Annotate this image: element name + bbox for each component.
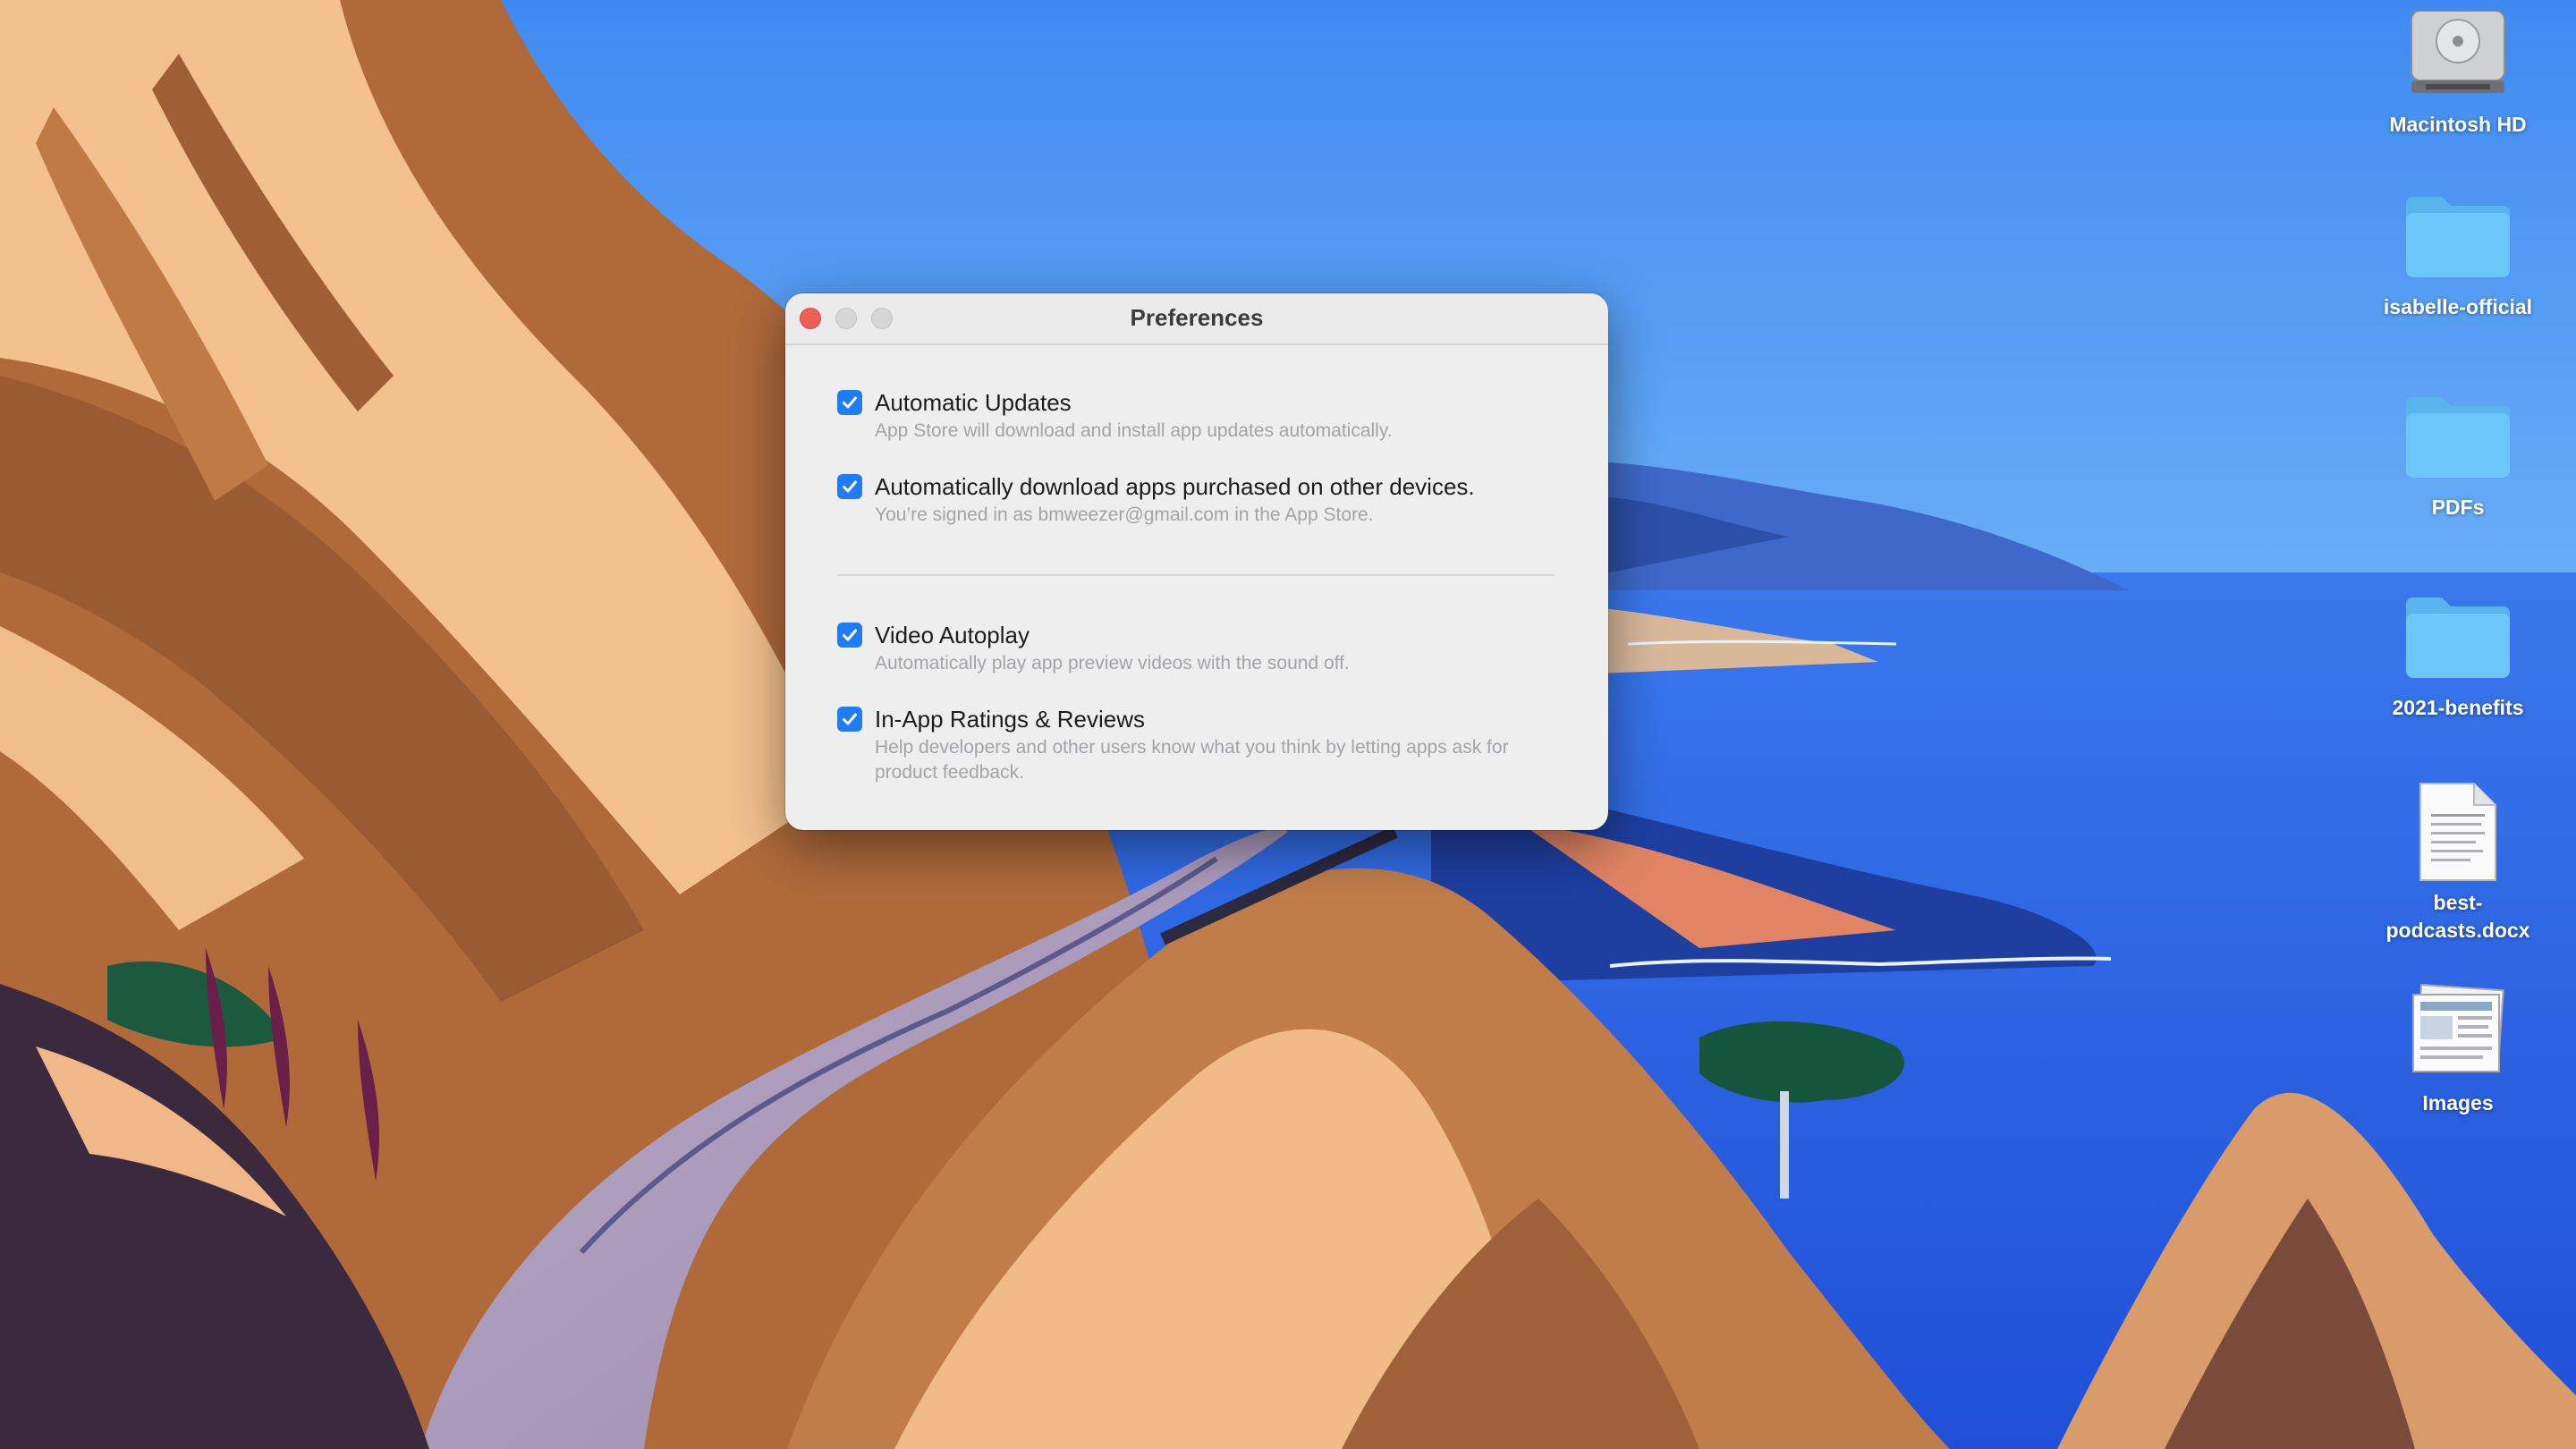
- desktop-icon-best-podcasts[interactable]: best- podcasts.docx: [2351, 782, 2565, 945]
- desktop-icon-images[interactable]: Images: [2351, 982, 2565, 1117]
- video-autoplay-checkbox[interactable]: [837, 623, 862, 648]
- desktop: Macintosh HD isabelle-official PDFs 2021…: [0, 0, 2576, 1449]
- checkmark-icon: [843, 629, 857, 641]
- desktop-icon-isabelle-official[interactable]: isabelle-official: [2351, 186, 2565, 321]
- checkmark-icon: [843, 480, 857, 493]
- hard-drive-icon: [2401, 4, 2515, 104]
- checkmark-icon: [843, 713, 857, 725]
- option-description: Automatically play app preview videos wi…: [875, 653, 1350, 674]
- checkmark-icon: [843, 396, 857, 409]
- option-label: In-App Ratings & Reviews: [875, 706, 1146, 733]
- title-bar[interactable]: Preferences: [785, 293, 1608, 345]
- folder-icon: [2401, 386, 2515, 487]
- desktop-icon-label: best- podcasts.docx: [2385, 891, 2530, 942]
- option-description: App Store will download and install app …: [875, 420, 1393, 441]
- desktop-icon-2021-benefits[interactable]: 2021-benefits: [2351, 587, 2565, 722]
- option-label: Video Autoplay: [875, 622, 1030, 648]
- window-title: Preferences: [1130, 304, 1264, 331]
- option-label: Automatically download apps purchased on…: [875, 473, 1475, 500]
- folder-icon: [2401, 186, 2515, 286]
- desktop-icon-label: Macintosh HD: [2389, 113, 2527, 136]
- option-description: Help developers and other users know wha…: [875, 737, 1509, 783]
- option-label: Automatic Updates: [875, 389, 1072, 416]
- section-divider: [837, 574, 1555, 576]
- document-icon: [2401, 782, 2515, 882]
- desktop-icon-label: Images: [2422, 1091, 2494, 1114]
- in-app-ratings-checkbox[interactable]: [837, 707, 862, 732]
- option-description: You’re signed in as bmweezer@gmail.com i…: [875, 504, 1374, 525]
- auto-download-purchased-checkbox[interactable]: [837, 474, 862, 499]
- desktop-icon-pdfs[interactable]: PDFs: [2351, 386, 2565, 521]
- folder-icon: [2401, 587, 2515, 687]
- desktop-icon-label: isabelle-official: [2383, 295, 2533, 318]
- desktop-icon-label: PDFs: [2431, 496, 2485, 519]
- preferences-window: Preferences Automatic Updates App Store …: [785, 293, 1608, 830]
- desktop-icon-label: 2021-benefits: [2392, 696, 2524, 719]
- image-stack-icon: [2401, 982, 2515, 1082]
- desktop-icon-macintosh-hd[interactable]: Macintosh HD: [2351, 4, 2565, 139]
- automatic-updates-checkbox[interactable]: [837, 390, 862, 415]
